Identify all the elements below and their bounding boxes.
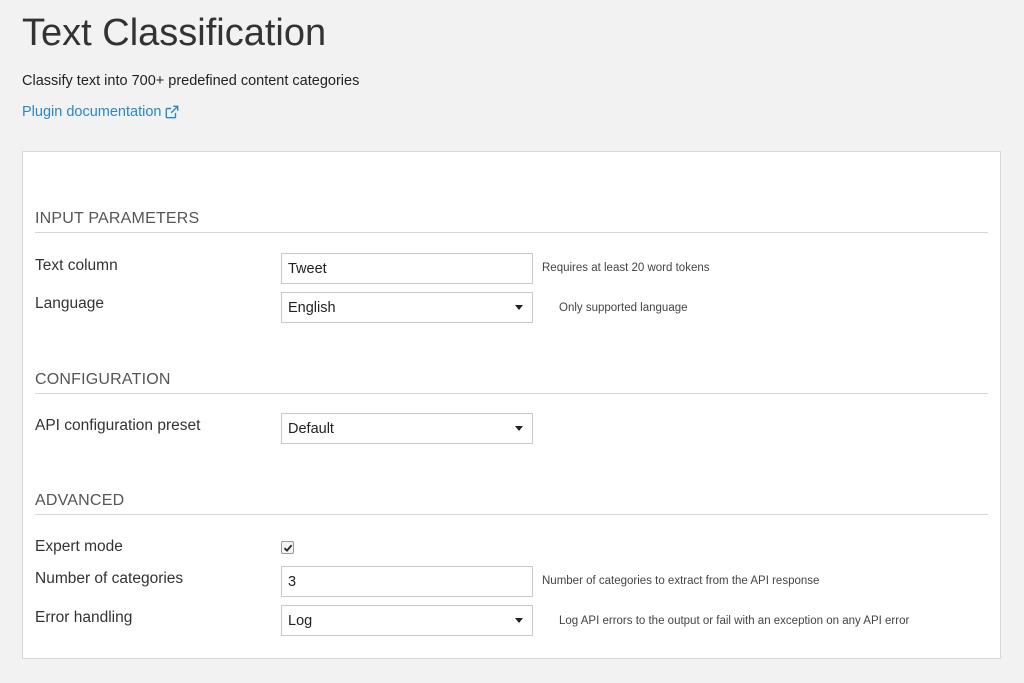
num-categories-help: Number of categories to extract from the… xyxy=(542,575,820,587)
language-label: Language xyxy=(35,295,104,312)
text-column-help: Requires at least 20 word tokens xyxy=(542,262,710,274)
checkmark-icon xyxy=(283,544,292,552)
chevron-down-icon xyxy=(515,618,523,623)
chevron-down-icon xyxy=(515,426,523,431)
section-title-advanced: ADVANCED xyxy=(35,492,125,509)
chevron-down-icon xyxy=(515,305,523,310)
expert-mode-checkbox[interactable] xyxy=(281,541,294,554)
language-select-value: English xyxy=(288,299,336,316)
api-preset-select[interactable]: Default xyxy=(281,413,533,444)
num-categories-label: Number of categories xyxy=(35,570,184,587)
error-handling-select-value: Log xyxy=(288,612,313,629)
settings-panel: INPUT PARAMETERS Text column Requires at… xyxy=(22,151,1001,659)
section-title-input-parameters: INPUT PARAMETERS xyxy=(35,210,200,227)
language-help: Only supported language xyxy=(559,302,688,314)
section-divider xyxy=(35,232,988,233)
page-title: Text Classification xyxy=(22,12,327,54)
section-divider xyxy=(35,393,988,394)
section-divider xyxy=(35,514,988,515)
num-categories-input[interactable] xyxy=(281,566,533,597)
error-handling-label: Error handling xyxy=(35,609,133,626)
section-title-configuration: CONFIGURATION xyxy=(35,371,171,388)
plugin-settings-page: Text Classification Classify text into 7… xyxy=(0,0,1024,683)
text-column-label: Text column xyxy=(35,257,118,274)
plugin-documentation-label: Plugin documentation xyxy=(22,104,162,120)
page-subtitle: Classify text into 700+ predefined conte… xyxy=(22,73,360,89)
language-select[interactable]: English xyxy=(281,292,533,323)
plugin-documentation-link[interactable]: Plugin documentation xyxy=(22,104,179,120)
api-preset-select-value: Default xyxy=(288,420,334,437)
api-preset-label: API configuration preset xyxy=(35,417,201,434)
expert-mode-label: Expert mode xyxy=(35,538,123,555)
text-column-input[interactable] xyxy=(281,253,533,284)
error-handling-select[interactable]: Log xyxy=(281,605,533,636)
external-link-icon xyxy=(166,105,179,119)
error-handling-help: Log API errors to the output or fail wit… xyxy=(559,615,910,627)
